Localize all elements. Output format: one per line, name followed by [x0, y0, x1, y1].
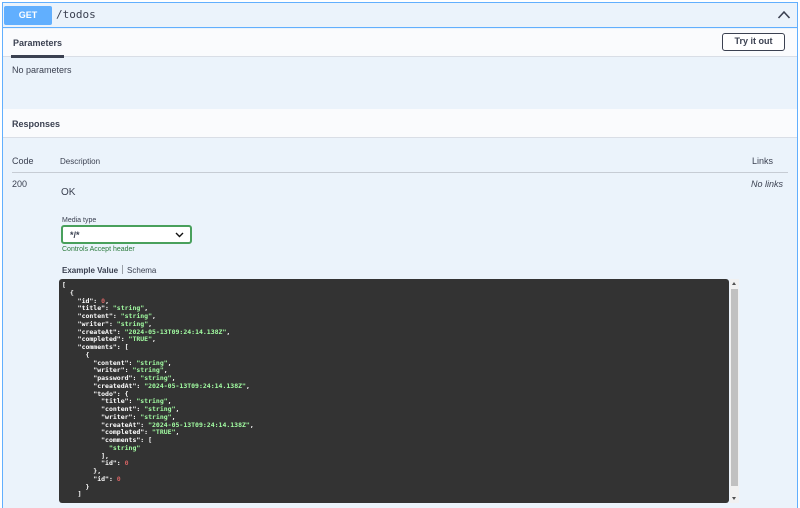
column-header-code: Code	[12, 156, 34, 166]
media-type-select[interactable]: */*	[61, 225, 192, 244]
accept-header-note: Controls Accept header	[62, 246, 135, 253]
tab-schema[interactable]: Schema	[127, 266, 156, 275]
scroll-up-arrow-icon[interactable]	[732, 282, 736, 285]
response-description: OK	[61, 187, 76, 198]
tab-parameters[interactable]: Parameters	[11, 38, 65, 58]
column-header-description: Description	[60, 157, 101, 166]
column-header-links: Links	[751, 156, 773, 166]
responses-title: Responses	[12, 119, 61, 129]
response-links: No links	[750, 179, 783, 189]
method-badge: GET	[4, 6, 52, 25]
tab-example-value[interactable]: Example Value	[62, 266, 118, 275]
operation-path: /todos	[56, 8, 96, 21]
media-type-label: Media type	[62, 217, 97, 224]
operation-summary[interactable]: GET /todos	[3, 3, 797, 28]
response-code: 200	[12, 179, 28, 189]
chevron-down-icon	[175, 232, 184, 238]
header-divider	[12, 172, 788, 173]
json-line: ]	[62, 490, 82, 499]
scroll-down-arrow-icon[interactable]	[732, 497, 736, 500]
example-json-block: [ { "id": 0, "title": "string", "content…	[59, 279, 729, 503]
parameters-header: Parameters Try it out	[3, 29, 797, 58]
tab-divider	[122, 265, 124, 274]
scrollbar-thumb[interactable]	[731, 289, 738, 486]
example-tabs: Example Value Schema	[62, 265, 156, 275]
media-type-value: */*	[70, 230, 80, 240]
chevron-up-icon[interactable]	[777, 9, 791, 21]
code-scrollbar[interactable]	[730, 279, 739, 503]
responses-header: Responses	[3, 109, 797, 138]
no-parameters-text: No parameters	[12, 65, 72, 75]
example-json-code: [ { "id": 0, "title": "string", "content…	[62, 281, 254, 499]
try-it-out-button[interactable]: Try it out	[722, 33, 785, 51]
